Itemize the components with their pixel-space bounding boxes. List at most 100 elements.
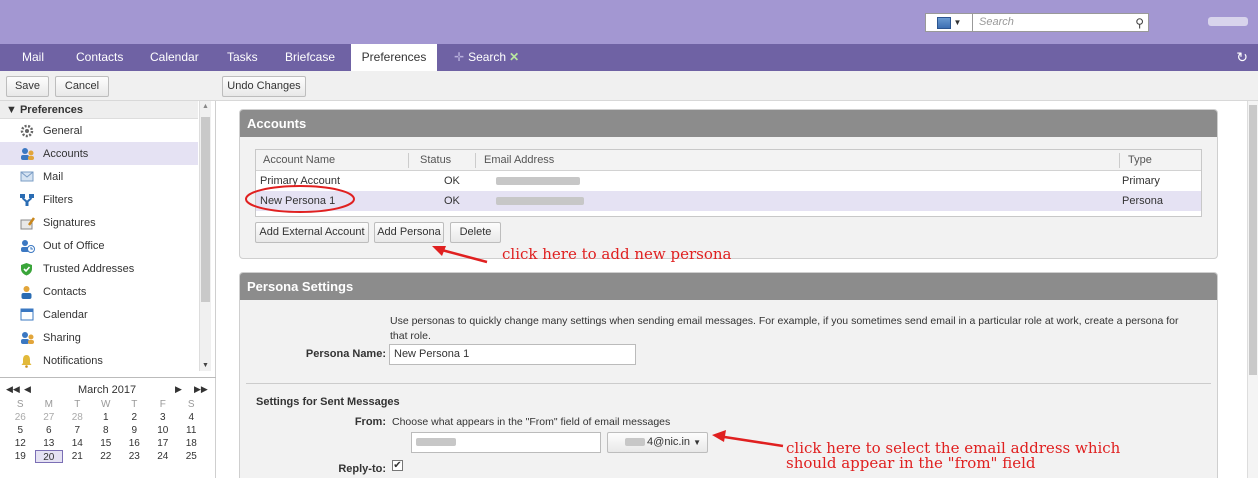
col-status[interactable]: Status xyxy=(420,150,451,171)
sidebar-item-calendar[interactable]: Calendar xyxy=(0,303,198,326)
day-cell-today[interactable]: 20 xyxy=(34,450,63,463)
table-row-selected[interactable]: New Persona 1 OK Persona xyxy=(256,191,1201,211)
day-cell[interactable]: 22 xyxy=(92,450,121,463)
add-external-account-button[interactable]: Add External Account xyxy=(255,222,369,243)
col-type[interactable]: Type xyxy=(1128,150,1152,171)
sidebar-item-mail[interactable]: Mail xyxy=(0,165,198,188)
sidebar-item-label: Sharing xyxy=(43,331,81,344)
day-cell[interactable]: 21 xyxy=(63,450,92,463)
day-cell[interactable]: 7 xyxy=(63,424,92,437)
next-month-icon[interactable]: ▶ xyxy=(175,384,182,395)
scroll-down-icon[interactable]: ▼ xyxy=(202,362,209,369)
tab-contacts[interactable]: Contacts xyxy=(76,44,123,71)
day-cell[interactable]: 26 xyxy=(6,411,35,424)
day-cell[interactable]: 14 xyxy=(63,437,92,450)
from-name-input[interactable] xyxy=(411,432,601,453)
day-cell[interactable]: 1 xyxy=(92,411,121,424)
day-cell[interactable]: 25 xyxy=(177,450,206,463)
day-cell[interactable]: 11 xyxy=(177,424,206,437)
sidebar-item-filters[interactable]: Filters xyxy=(0,188,198,211)
scroll-up-icon[interactable]: ▲ xyxy=(202,103,209,110)
toolbar: Save Cancel Undo Changes xyxy=(0,71,1258,101)
reply-to-checkbox[interactable]: ✔ xyxy=(392,460,403,471)
dow-cell: F xyxy=(159,399,166,410)
prev-month-icon[interactable]: ◀ xyxy=(24,384,31,395)
from-address-dropdown[interactable]: 4@nic.in ▼ xyxy=(607,432,708,453)
day-cell[interactable]: 3 xyxy=(149,411,178,424)
search-input[interactable]: Search ⚲ xyxy=(973,13,1149,32)
tree-scrollbar[interactable]: ▲ ▼ xyxy=(199,101,211,371)
delete-button[interactable]: Delete xyxy=(450,222,501,243)
undo-changes-button[interactable]: Undo Changes xyxy=(222,76,306,97)
save-button[interactable]: Save xyxy=(6,76,49,97)
day-cell[interactable]: 28 xyxy=(63,411,92,424)
sidebar-item-notifications[interactable]: Notifications xyxy=(0,349,198,371)
user-menu[interactable] xyxy=(1208,17,1248,26)
day-cell[interactable]: 16 xyxy=(120,437,149,450)
main-scrollbar[interactable] xyxy=(1247,101,1258,478)
next-year-icon[interactable]: ▶▶ xyxy=(194,384,208,395)
day-cell[interactable]: 13 xyxy=(35,437,64,450)
day-cell[interactable]: 10 xyxy=(149,424,178,437)
tab-mail[interactable]: Mail xyxy=(22,44,44,71)
preferences-tree: ▼ Preferences General Accounts Mail Filt… xyxy=(0,101,198,371)
col-email-address[interactable]: Email Address xyxy=(484,150,554,171)
tab-search[interactable]: ✛ Search ✕ xyxy=(454,44,519,71)
persona-description: Use personas to quickly change many sett… xyxy=(390,315,1179,342)
day-cell[interactable]: 27 xyxy=(35,411,64,424)
day-cell[interactable]: 2 xyxy=(120,411,149,424)
cancel-button[interactable]: Cancel xyxy=(55,76,109,97)
sidebar-item-sharing[interactable]: Sharing xyxy=(0,326,198,349)
day-cell[interactable]: 8 xyxy=(92,424,121,437)
tab-tasks[interactable]: Tasks xyxy=(227,44,258,71)
col-divider[interactable] xyxy=(475,153,476,168)
annotation-from-line1: click here to select the email address w… xyxy=(786,439,1121,457)
search-icon[interactable]: ⚲ xyxy=(1135,16,1144,30)
sidebar-item-contacts[interactable]: Contacts xyxy=(0,280,198,303)
day-cell[interactable]: 19 xyxy=(6,450,35,463)
day-cell[interactable]: 18 xyxy=(177,437,206,450)
day-cell[interactable]: 12 xyxy=(6,437,35,450)
dow-cell: W xyxy=(101,399,111,410)
day-cell[interactable]: 24 xyxy=(149,450,178,463)
accounts-section: Accounts Account Name Status Email Addre… xyxy=(239,109,1218,259)
sidebar-item-accounts[interactable]: Accounts xyxy=(0,142,198,165)
chevron-down-icon: ▼ xyxy=(693,438,701,447)
table-row[interactable]: Primary Account OK Primary xyxy=(256,171,1201,191)
day-cell[interactable]: 6 xyxy=(35,424,64,437)
pin-icon: ✛ xyxy=(454,50,465,64)
col-divider[interactable] xyxy=(1119,153,1120,168)
close-icon[interactable]: ✕ xyxy=(509,50,519,64)
app-tabs: Mail Contacts Calendar Tasks Briefcase P… xyxy=(0,44,1258,71)
dow-row: S M T W T F S xyxy=(6,398,206,411)
day-cell[interactable]: 23 xyxy=(120,450,149,463)
sidebar-item-trusted-addresses[interactable]: Trusted Addresses xyxy=(0,257,198,280)
tab-preferences[interactable]: Preferences xyxy=(351,44,437,71)
col-account-name[interactable]: Account Name xyxy=(263,150,335,171)
day-cell[interactable]: 9 xyxy=(120,424,149,437)
prev-year-icon[interactable]: ◀◀ xyxy=(6,384,20,395)
sidebar-item-signatures[interactable]: Signatures xyxy=(0,211,198,234)
search-scope-dropdown[interactable]: ▼ xyxy=(925,13,973,32)
sidebar-item-label: Notifications xyxy=(43,354,103,367)
scroll-thumb[interactable] xyxy=(201,117,210,302)
day-cell[interactable]: 17 xyxy=(149,437,178,450)
refresh-icon[interactable]: ↻ xyxy=(1236,49,1248,66)
main-scroll-thumb[interactable] xyxy=(1249,105,1257,375)
left-panel: ▼ Preferences General Accounts Mail Filt… xyxy=(0,101,216,478)
col-divider[interactable] xyxy=(408,153,409,168)
tree-header[interactable]: ▼ Preferences xyxy=(0,101,198,119)
day-cell[interactable]: 4 xyxy=(177,411,206,424)
add-persona-button[interactable]: Add Persona xyxy=(374,222,444,243)
day-cell[interactable]: 5 xyxy=(6,424,35,437)
sidebar-item-general[interactable]: General xyxy=(0,119,198,142)
dow-cell: T xyxy=(74,399,81,410)
persona-name-input[interactable]: New Persona 1 xyxy=(389,344,636,365)
tab-briefcase[interactable]: Briefcase xyxy=(285,44,335,71)
day-cell[interactable]: 15 xyxy=(92,437,121,450)
signature-icon xyxy=(20,216,36,230)
tab-calendar[interactable]: Calendar xyxy=(150,44,199,71)
sidebar-item-out-of-office[interactable]: Out of Office xyxy=(0,234,198,257)
calendar-icon xyxy=(936,16,951,29)
filter-icon xyxy=(20,193,35,207)
